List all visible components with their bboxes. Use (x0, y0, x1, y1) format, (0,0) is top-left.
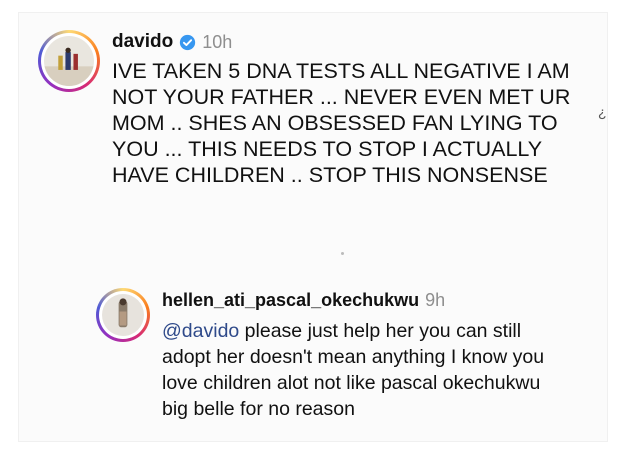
avatar-image (102, 294, 144, 336)
timestamp: 9h (425, 289, 446, 310)
comment-davido: davido 10h IVE TAKEN 5 DNA TESTS ALL NEG… (38, 30, 578, 188)
comment-text: IVE TAKEN 5 DNA TESTS ALL NEGATIVE I AM … (112, 59, 571, 187)
divider-dot (341, 252, 344, 255)
comment-body: hellen_ati_pascal_okechukwu 9h @davido p… (162, 288, 562, 422)
avatar (102, 294, 144, 336)
comment-meta: davido 10h (112, 30, 572, 54)
avatar (44, 36, 94, 86)
avatar-story-ring[interactable] (38, 30, 100, 92)
timestamp: 10h (202, 31, 233, 52)
comment-text: @davido please just help her you can sti… (162, 318, 562, 422)
username[interactable]: hellen_ati_pascal_okechukwu (162, 290, 419, 311)
mention-link[interactable]: @davido (162, 320, 239, 342)
comment-meta: hellen_ati_pascal_okechukwu 9h (162, 288, 562, 312)
comment-reply: hellen_ati_pascal_okechukwu 9h @davido p… (96, 288, 566, 422)
avatar-image (44, 36, 94, 86)
verified-badge-icon (180, 34, 196, 50)
side-mark: ¿ (598, 104, 607, 120)
avatar-story-ring[interactable] (96, 288, 150, 342)
username[interactable]: davido (112, 31, 173, 53)
comment-body: davido 10h IVE TAKEN 5 DNA TESTS ALL NEG… (112, 30, 572, 188)
